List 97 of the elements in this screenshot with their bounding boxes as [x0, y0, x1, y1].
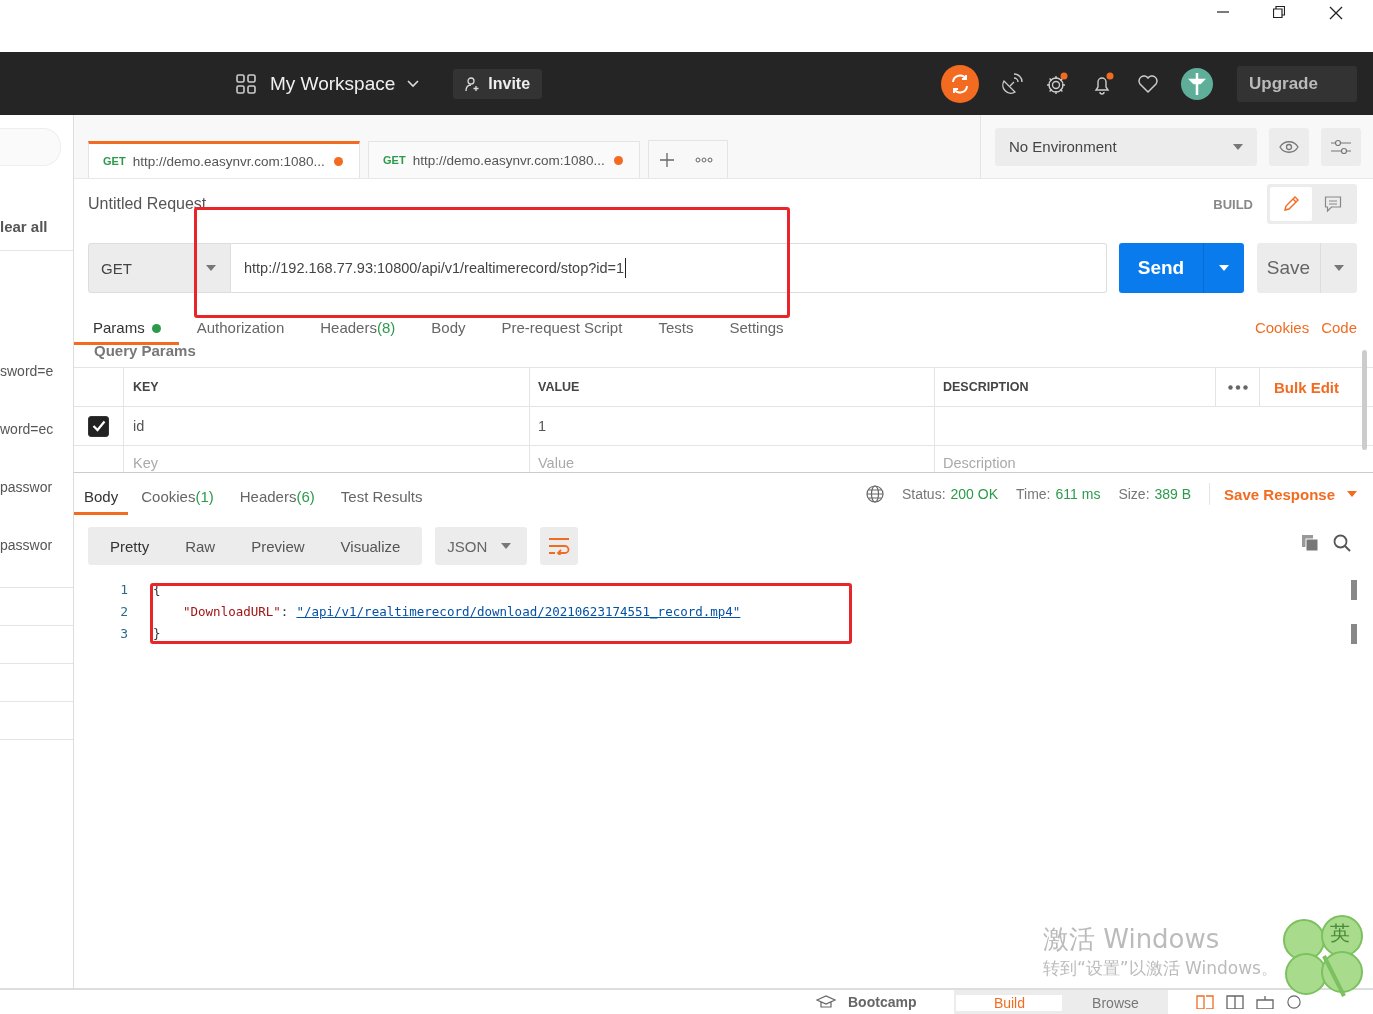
- mode-tab[interactable]: Browse: [1062, 995, 1169, 1011]
- response-tab[interactable]: Body: [74, 488, 129, 515]
- caret-icon: [1347, 491, 1357, 497]
- copy-icon[interactable]: [1301, 534, 1319, 552]
- settings-icon[interactable]: [1045, 71, 1069, 96]
- activation-title: 激活 Windows: [1043, 923, 1221, 956]
- wrap-lines-icon: [548, 537, 571, 555]
- line-number: 2: [119, 603, 129, 619]
- workspace-dropdown[interactable]: My Workspace: [270, 72, 420, 95]
- more-icon[interactable]: [1227, 384, 1248, 390]
- line-number: 1: [119, 581, 129, 597]
- request-section-tab[interactable]: Tests: [640, 319, 712, 345]
- sliders-icon: [1331, 138, 1351, 155]
- invite-button[interactable]: Invite: [453, 68, 543, 99]
- method-dropdown[interactable]: GET: [88, 243, 231, 293]
- eye-icon: [1279, 140, 1299, 153]
- search-icon[interactable]: [1333, 534, 1351, 552]
- json-link[interactable]: "/api/v1/realtimerecord/download/20210623174551_record.mp4": [296, 603, 741, 619]
- json-key: "DownloadURL": [183, 603, 281, 619]
- view-mode-tab[interactable]: Visualize: [322, 537, 419, 555]
- restore-icon[interactable]: [1273, 6, 1285, 18]
- response-tab[interactable]: Cookies(1): [128, 488, 227, 515]
- status-value: 200 OK: [950, 486, 999, 502]
- pencil-button[interactable]: [1270, 187, 1312, 221]
- comment-icon: [1324, 195, 1342, 213]
- caret-icon: [1219, 265, 1229, 271]
- sliders-button[interactable]: [1321, 127, 1361, 166]
- clear-all-link[interactable]: lear all: [0, 166, 73, 251]
- request-section-tab[interactable]: Settings: [711, 319, 802, 345]
- request-tab[interactable]: GET http://demo.easynvr.com:1080...: [88, 141, 360, 178]
- bootcamp-link[interactable]: Bootcamp: [848, 994, 917, 1010]
- line-number: 3: [119, 625, 129, 641]
- view-mode-tab[interactable]: Raw: [167, 537, 234, 555]
- status-label: Time:: [1016, 486, 1051, 502]
- ime-label: 英: [1330, 921, 1350, 946]
- history-item[interactable]: passwor: [0, 479, 73, 537]
- column-header: KEY: [124, 368, 530, 406]
- column-header: DESCRIPTION: [942, 379, 1030, 396]
- checkbox[interactable]: [88, 415, 109, 437]
- grid-icon: [236, 73, 256, 94]
- table-cell: 1: [538, 418, 547, 434]
- request-section-tab[interactable]: Authorization: [178, 319, 303, 345]
- environment-dropdown[interactable]: No Environment: [995, 127, 1257, 166]
- plus-icon[interactable]: [659, 151, 675, 168]
- more-icon[interactable]: [695, 156, 713, 163]
- scrollbar-mark: [1351, 624, 1357, 644]
- close-icon[interactable]: [1329, 6, 1343, 20]
- section-title: Query Params: [93, 342, 197, 361]
- json-colon: :: [280, 603, 289, 619]
- description-field[interactable]: Description: [943, 453, 1323, 473]
- graduation-cap-icon[interactable]: [816, 995, 836, 1009]
- caret-icon: [206, 265, 216, 271]
- view-mode-tab[interactable]: Preview: [233, 537, 323, 555]
- save-button[interactable]: Save: [1257, 243, 1357, 293]
- request-section-tab[interactable]: Params: [74, 319, 179, 345]
- scrollbar-mark: [1351, 580, 1357, 600]
- status-label: Size:: [1118, 486, 1150, 502]
- heart-icon[interactable]: [1137, 73, 1159, 94]
- mode-label: BUILD: [1213, 196, 1253, 212]
- request-section-tab[interactable]: Pre-request Script: [483, 319, 641, 345]
- history-item[interactable]: word=ec: [0, 421, 73, 479]
- add-person-icon: [465, 75, 482, 92]
- scrollbar-thumb[interactable]: [1362, 350, 1367, 450]
- activation-text: 转到“设置”以激活 Windows。: [1043, 957, 1278, 980]
- caret-icon: [1334, 265, 1344, 271]
- view-mode-tab[interactable]: Pretty: [92, 537, 168, 555]
- layout-icon[interactable]: [1226, 995, 1245, 1009]
- response-tab[interactable]: Headers(6): [226, 488, 328, 515]
- globe-icon[interactable]: [865, 485, 884, 503]
- format-dropdown[interactable]: JSON: [435, 527, 528, 565]
- url-field[interactable]: http://192.168.77.93:10800/api/v1/realtimerecord/stop?id=1: [231, 243, 1107, 293]
- wrap-button[interactable]: [540, 527, 579, 565]
- history-item[interactable]: sword=e: [0, 363, 73, 421]
- upgrade-button[interactable]: Upgrade: [1237, 65, 1357, 102]
- column-header: VALUE: [530, 368, 935, 406]
- status-value: 389 B: [1154, 486, 1192, 502]
- eye-button[interactable]: [1269, 127, 1309, 166]
- value-field[interactable]: Value: [538, 453, 895, 473]
- caret-icon: [501, 543, 512, 549]
- avatar-icon[interactable]: [1181, 67, 1213, 100]
- code-brace: }: [153, 625, 161, 641]
- key-field[interactable]: Key: [133, 453, 490, 473]
- status-label: Status:: [901, 486, 946, 502]
- status-value: 611 ms: [1055, 486, 1101, 502]
- response-tab[interactable]: Test Results: [327, 488, 436, 515]
- book-icon[interactable]: [1196, 995, 1215, 1009]
- pencil-icon: [1282, 195, 1300, 213]
- request-section-tab[interactable]: Body: [413, 319, 484, 345]
- request-section-tab[interactable]: Headers(8): [302, 319, 414, 345]
- chevron-icon: [407, 79, 420, 88]
- history-item[interactable]: passwor: [0, 537, 73, 588]
- table-cell: id: [133, 418, 145, 434]
- request-tab[interactable]: GET http://demo.easynvr.com:1080...: [368, 141, 640, 178]
- caret-icon: [1233, 143, 1243, 150]
- sync-icon[interactable]: [941, 64, 979, 103]
- send-button[interactable]: Send: [1119, 243, 1244, 293]
- satellite-icon[interactable]: [1001, 72, 1023, 95]
